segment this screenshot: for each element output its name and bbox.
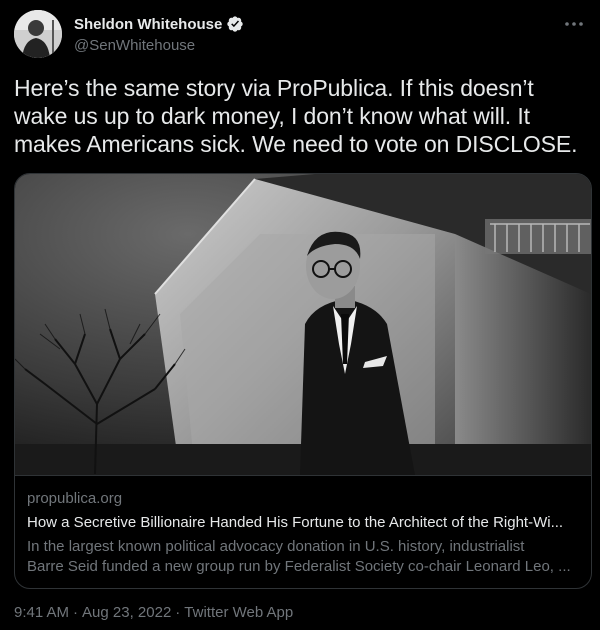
tweet-source[interactable]: Twitter Web App <box>184 604 293 621</box>
more-options-button[interactable] <box>562 12 586 36</box>
tweet-date[interactable]: Aug 23, 2022 <box>82 604 171 621</box>
card-meta: propublica.org How a Secretive Billionai… <box>15 475 591 588</box>
card-title: How a Secretive Billionaire Handed His F… <box>27 514 564 531</box>
card-image <box>15 174 591 475</box>
card-domain: propublica.org <box>27 490 123 507</box>
meta-separator: · <box>175 604 181 621</box>
handle[interactable]: @SenWhitehouse <box>74 37 244 54</box>
card-description-line: In the largest known political advocacy … <box>27 538 525 555</box>
card-description-line: Barre Seid funded a new group run by Fed… <box>27 558 571 575</box>
tweet-header: Sheldon Whitehouse @SenWhitehouse <box>14 10 586 60</box>
display-name[interactable]: Sheldon Whitehouse <box>74 16 222 33</box>
card-description: In the largest known political advocacy … <box>27 537 583 577</box>
tweet-meta: 9:41 AM · Aug 23, 2022 · Twitter Web App <box>14 604 293 621</box>
avatar[interactable] <box>14 10 62 58</box>
more-options-icon <box>565 22 583 26</box>
tweet-time[interactable]: 9:41 AM <box>14 604 69 621</box>
link-card[interactable]: propublica.org How a Secretive Billionai… <box>14 173 592 589</box>
display-name-row: Sheldon Whitehouse <box>74 14 244 34</box>
tweet-text: Here’s the same story via ProPublica. If… <box>14 75 578 157</box>
author-names: Sheldon Whitehouse @SenWhitehouse <box>74 14 244 54</box>
tweet: Sheldon Whitehouse @SenWhitehouse Here’s… <box>0 0 600 630</box>
avatar-image <box>14 10 62 58</box>
verified-badge-icon <box>227 16 244 32</box>
card-photo <box>15 174 591 475</box>
meta-separator: · <box>73 604 79 621</box>
